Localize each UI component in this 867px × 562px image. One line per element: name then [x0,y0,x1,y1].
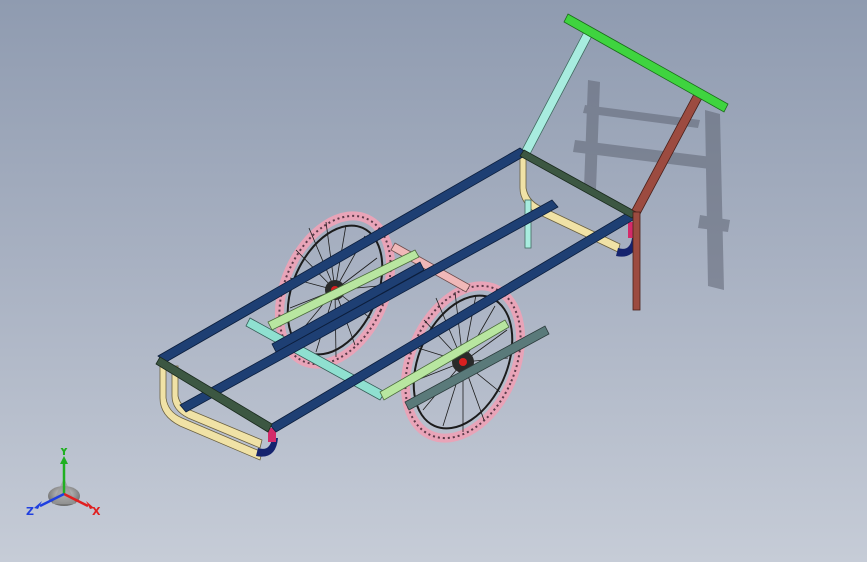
coordinate-triad: Y X Z [24,445,108,524]
cad-viewport[interactable]: Y X Z [0,0,867,562]
cart-model-scene[interactable] [0,0,867,562]
y-axis-label: Y [59,448,69,458]
front-wheel[interactable] [383,268,543,456]
z-axis-label: Z [26,505,34,518]
x-axis-label: X [92,505,101,518]
